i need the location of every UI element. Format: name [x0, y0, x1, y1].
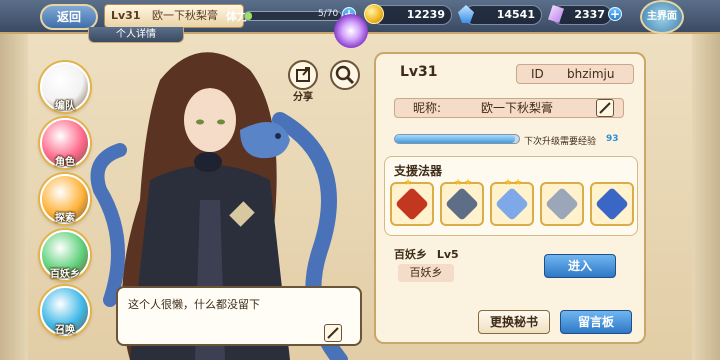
stamina-text: 5/70	[318, 9, 339, 19]
star-icon: ★	[464, 178, 473, 188]
village-name: 百妖乡	[398, 264, 454, 282]
gem-counter: 14541	[464, 5, 542, 25]
artifact-icon	[495, 187, 529, 221]
village-label: 百妖乡 Lv5	[394, 246, 459, 262]
artifact-slot[interactable]: ★ ★	[490, 178, 534, 226]
nav-explore[interactable]: 探索	[40, 174, 90, 224]
search-icon	[335, 65, 355, 85]
coin-icon	[364, 4, 384, 24]
search-button[interactable]	[330, 60, 360, 90]
share-label: 分享	[293, 92, 313, 103]
village-level: Lv5	[436, 248, 459, 261]
nav-explore-label: 探索	[55, 213, 75, 224]
nav-formation[interactable]: 编队	[40, 62, 90, 112]
stamina-fill	[245, 12, 252, 20]
player-level: Lv31	[111, 9, 141, 22]
star-icon: ★	[514, 178, 523, 188]
artifact-slot[interactable]	[540, 182, 584, 226]
id-box: ID bhzimju	[516, 64, 634, 84]
nav-village[interactable]: 百妖乡	[40, 230, 90, 280]
id-label: ID	[531, 67, 544, 81]
pencil-icon	[327, 327, 339, 339]
id-value: bhzimju	[567, 67, 615, 81]
share-button[interactable]	[288, 60, 318, 90]
star-icon: ★	[404, 178, 413, 188]
player-name: 欧一下秋梨膏	[152, 9, 218, 22]
nav-village-label: 百妖乡	[50, 269, 80, 280]
change-secretary-button[interactable]: 更换秘书	[478, 310, 550, 334]
share-icon	[296, 67, 310, 82]
exp-fill	[395, 135, 516, 143]
main-menu-button[interactable]: 主界面	[640, 0, 684, 34]
edit-signature-button[interactable]	[324, 324, 342, 342]
artifact-slot[interactable]: ★	[390, 178, 434, 226]
player-plate: Lv31 欧一下秋梨膏	[104, 4, 244, 28]
nav-formation-label: 编队	[55, 101, 75, 112]
right-frame	[692, 0, 720, 360]
support-title: 支援法器	[394, 164, 443, 178]
exp-value: 93	[606, 134, 619, 144]
edit-nickname-button[interactable]	[596, 99, 614, 117]
artifact-icon	[545, 187, 579, 221]
enter-village-button[interactable]: 进入	[544, 254, 616, 278]
artifact-icon	[595, 187, 629, 221]
artifact-icon	[395, 187, 429, 221]
nav-character[interactable]: 角色	[40, 118, 90, 168]
coin-counter: 12239	[372, 5, 452, 25]
nav-character-label: 角色	[55, 157, 75, 168]
pencil-icon	[599, 102, 611, 114]
signature-text: 这个人很懒，什么都没留下	[128, 298, 260, 311]
profile-level: Lv31	[400, 64, 438, 80]
crystal-plus-button[interactable]: +	[608, 7, 622, 21]
nickname-box: 昵称: 欧一下秋梨膏	[394, 98, 624, 118]
left-frame	[0, 0, 28, 360]
nav-summon[interactable]: 召唤	[40, 286, 90, 336]
village-label-text: 百妖乡	[394, 248, 427, 261]
nickname-value: 欧一下秋梨膏	[481, 101, 554, 115]
exp-bar	[394, 134, 520, 144]
artifact-icon	[445, 187, 479, 221]
artifact-slot[interactable]: ★ ★	[440, 178, 484, 226]
star-icon: ★	[504, 178, 513, 188]
star-icon: ★	[454, 178, 463, 188]
nickname-label: 昵称:	[413, 101, 442, 115]
message-board-button[interactable]: 留言板	[560, 310, 632, 334]
nav-summon-label: 召唤	[55, 325, 75, 336]
exp-label: 下次升级需要经验	[524, 137, 597, 147]
artifact-slot[interactable]	[590, 182, 634, 226]
